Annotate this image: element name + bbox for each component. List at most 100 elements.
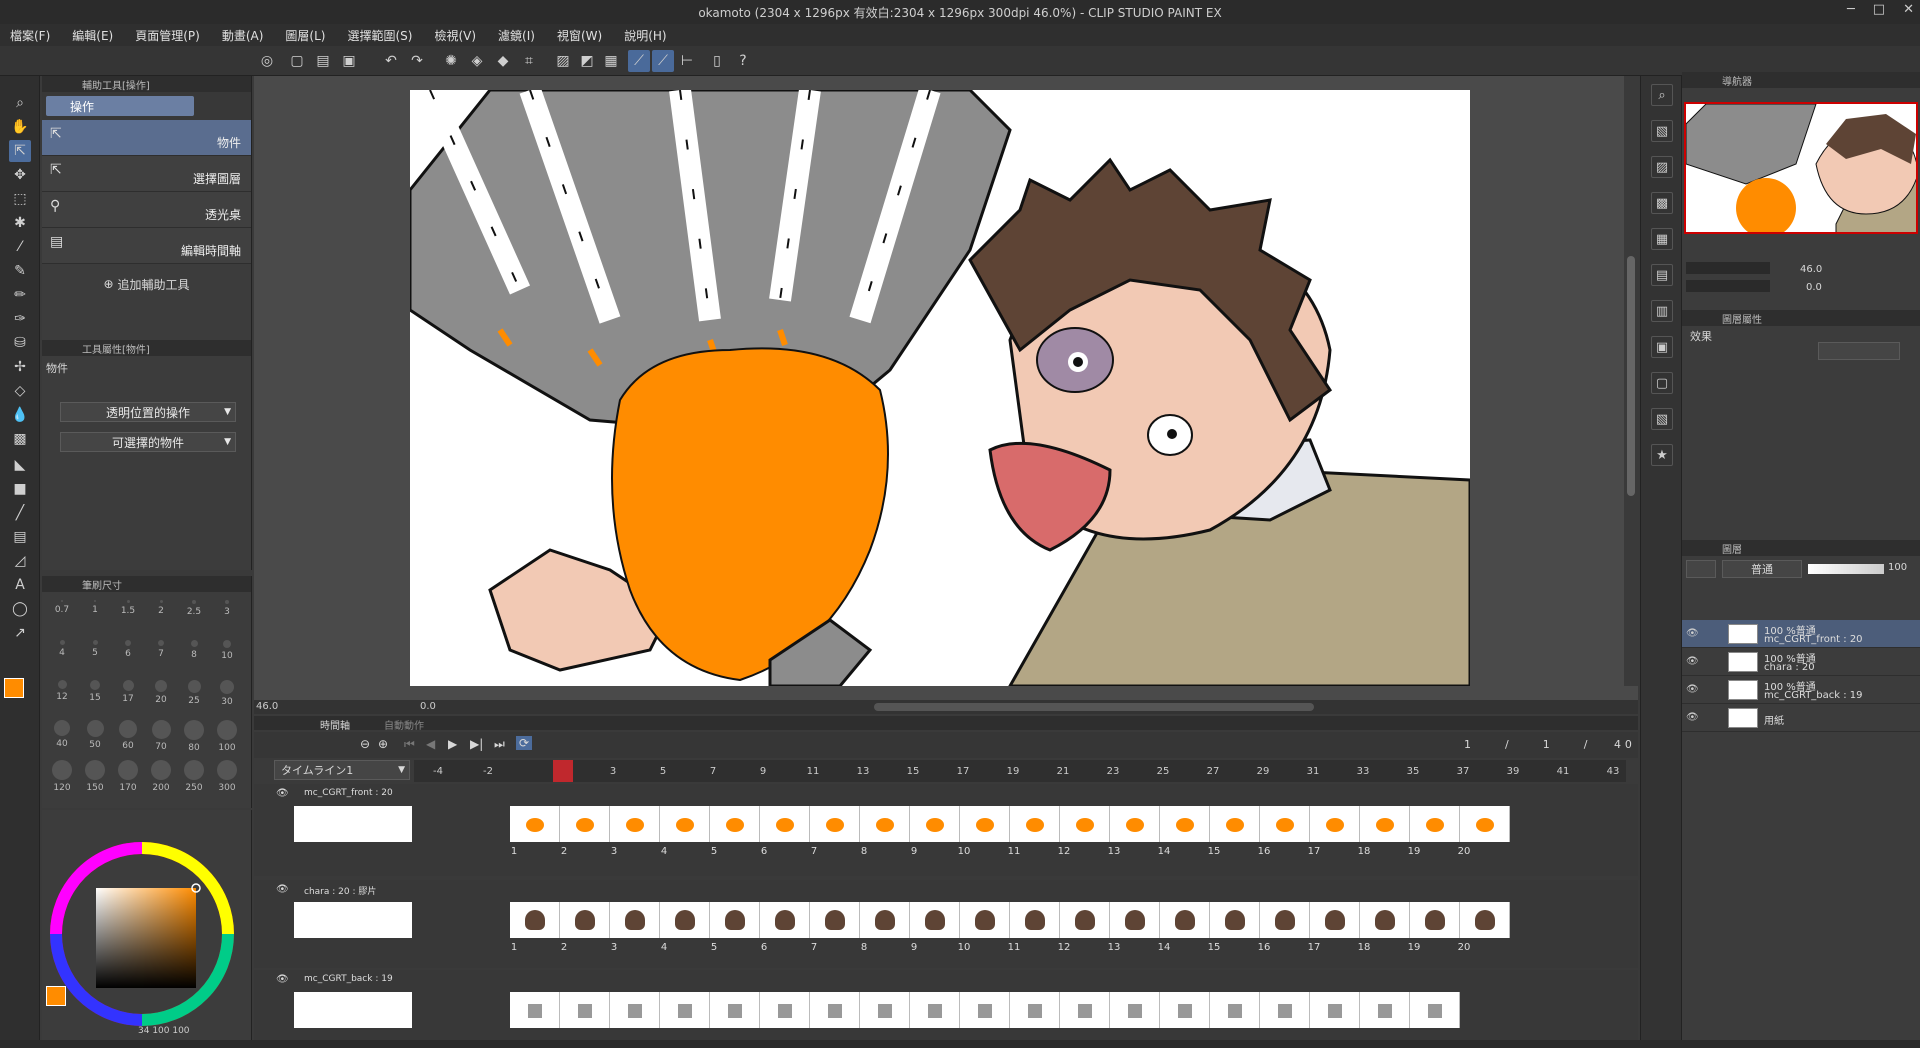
layer-property-tab[interactable]: 圖層屬性 (1682, 310, 1920, 326)
canvas[interactable] (410, 90, 1470, 686)
brush-size-option[interactable]: 12 (46, 680, 78, 702)
cel-thumbnail[interactable] (1260, 806, 1310, 842)
maximize-icon[interactable]: □ (1873, 2, 1885, 17)
cel-thumbnail[interactable] (910, 902, 960, 938)
brush-size-option[interactable]: 20 (145, 680, 177, 705)
cel-thumbnail[interactable] (660, 992, 710, 1028)
fill-tool-icon[interactable]: ▩ (9, 428, 31, 450)
cel-thumbnail[interactable] (960, 806, 1010, 842)
brush-size-option[interactable]: 6 (112, 640, 144, 659)
cel-thumbnail[interactable] (1210, 902, 1260, 938)
transform-icon[interactable]: ◆ (492, 50, 514, 72)
menu-edit[interactable]: 編輯(E) (72, 27, 113, 44)
cel-thumbnail[interactable] (1310, 806, 1360, 842)
menu-layer[interactable]: 圖層(L) (285, 27, 325, 44)
crop-icon[interactable]: ⌗ (518, 50, 540, 72)
cel-thumbnail[interactable] (1310, 992, 1360, 1028)
ruler-icon[interactable]: ◿ (9, 550, 31, 572)
cel-thumbnail[interactable] (810, 902, 860, 938)
close-icon[interactable]: ✕ (1903, 2, 1914, 17)
device-icon[interactable]: ▯ (706, 50, 728, 72)
cel-thumbnail[interactable] (860, 806, 910, 842)
canvas-angle-value[interactable]: 0.0 (420, 701, 436, 712)
layer-row[interactable]: 👁 100 %普通 mc_CGRT_front : 20 (1682, 620, 1920, 648)
balloon-icon[interactable]: ◯ (9, 598, 31, 620)
cel-thumbnail[interactable] (1210, 806, 1260, 842)
brush-size-option[interactable]: 200 (145, 760, 177, 793)
snap-special-ruler-icon[interactable]: ⟋ (652, 50, 674, 72)
material-icon-8[interactable]: ▢ (1651, 372, 1673, 394)
brush-size-option[interactable]: 40 (46, 720, 78, 749)
cel-thumbnail[interactable] (560, 992, 610, 1028)
brush-size-option[interactable]: 30 (211, 680, 243, 707)
cel-thumbnail[interactable] (510, 806, 560, 842)
transparent-operation-dropdown[interactable]: 透明位置的操作 ▼ (60, 402, 236, 422)
loop-icon[interactable]: ⟳ (516, 736, 533, 750)
auto-action-tab[interactable]: 自動動作 (384, 717, 424, 732)
cel-thumbnail[interactable] (960, 902, 1010, 938)
material-icon-4[interactable]: ▦ (1651, 228, 1673, 250)
brush-size-option[interactable]: 8 (178, 640, 210, 660)
eye-icon[interactable]: 👁 (1686, 712, 1699, 723)
brush-size-option[interactable]: 2.5 (178, 600, 210, 617)
next-frame-icon[interactable]: ▶| (470, 737, 483, 751)
brush-size-option[interactable]: 150 (79, 760, 111, 793)
brush-size-option[interactable]: 7 (145, 640, 177, 659)
layer-color-button[interactable] (1686, 560, 1716, 578)
timeline-track[interactable]: 👁 mc_CGRT_front : 20 1 2 3 4 5 6 7 8 9 10 11 12 13 14 15… (254, 784, 1638, 876)
add-sub-tool-button[interactable]: ⊕ 追加輔助工具 (42, 264, 251, 304)
cel-thumbnail[interactable] (1010, 902, 1060, 938)
brush-size-option[interactable]: 300 (211, 760, 243, 793)
material-icon-5[interactable]: ▤ (1651, 264, 1673, 286)
cel-thumbnail[interactable] (1410, 992, 1460, 1028)
open-file-icon[interactable]: ▤ (312, 50, 334, 72)
cel-thumbnail[interactable] (960, 992, 1010, 1028)
text-icon[interactable]: A (9, 574, 31, 596)
decoration-icon[interactable]: ✢ (9, 356, 31, 378)
brush-size-option[interactable]: 170 (112, 760, 144, 793)
last-frame-icon[interactable]: ⏭ (494, 737, 505, 752)
cel-thumbnail[interactable] (1410, 902, 1460, 938)
new-file-icon[interactable]: ▢ (286, 50, 308, 72)
cel-thumbnail[interactable] (510, 902, 560, 938)
frame-icon[interactable]: ▤ (9, 526, 31, 548)
cel-thumbnail[interactable] (1460, 902, 1510, 938)
correct-line-icon[interactable]: ↗ (9, 622, 31, 644)
selection-border-icon[interactable]: ▦ (600, 50, 622, 72)
brush-size-option[interactable]: 17 (112, 680, 144, 704)
eyedropper-icon[interactable]: ⁄ (9, 236, 31, 258)
timeline-track[interactable]: 👁 mc_CGRT_back : 19 (254, 970, 1638, 1048)
fill-icon[interactable]: ◈ (466, 50, 488, 72)
horizontal-scrollbar[interactable] (874, 703, 1314, 711)
brush-size-option[interactable]: 5 (79, 640, 111, 658)
eye-icon[interactable]: 👁 (1686, 628, 1699, 639)
rotate-slider[interactable] (1686, 280, 1770, 292)
menu-file[interactable]: 檔案(F) (10, 27, 50, 44)
cel-thumbnail[interactable] (1110, 992, 1160, 1028)
cel-thumbnail[interactable] (1360, 902, 1410, 938)
canvas-area[interactable] (254, 76, 1638, 700)
cel-thumbnail[interactable] (1060, 992, 1110, 1028)
brush-size-option[interactable]: 60 (112, 720, 144, 751)
menu-select[interactable]: 選擇範圍(S) (347, 27, 412, 44)
cel-thumbnail[interactable] (810, 806, 860, 842)
cel-thumbnail[interactable] (710, 992, 760, 1028)
cel-thumbnail[interactable] (1360, 806, 1410, 842)
minimize-icon[interactable]: ─ (1847, 2, 1855, 17)
sub-tool-object[interactable]: ⇱ 物件 (42, 120, 251, 156)
menu-animation[interactable]: 動畫(A) (222, 27, 264, 44)
zoom-slider[interactable] (1686, 262, 1770, 274)
cel-thumbnail[interactable] (1160, 806, 1210, 842)
timeline-tab[interactable]: 時間軸 (320, 717, 350, 732)
bucket-icon[interactable]: ◣ (9, 454, 31, 476)
material-icon-3[interactable]: ▩ (1651, 192, 1673, 214)
pencil-icon[interactable]: ✏ (9, 284, 31, 306)
selection-area-icon[interactable]: ⬚ (9, 188, 31, 210)
sub-tool-light-table[interactable]: ⚲ 透光桌 (42, 192, 251, 228)
zoom-tool-icon[interactable]: ⌕ (9, 92, 31, 114)
brush-size-option[interactable]: 120 (46, 760, 78, 793)
sub-tool-group-tab[interactable]: 操作 (46, 96, 194, 116)
material-icon-2[interactable]: ▨ (1651, 156, 1673, 178)
deselect-icon[interactable]: ▨ (552, 50, 574, 72)
brush-size-option[interactable]: 10 (211, 640, 243, 661)
